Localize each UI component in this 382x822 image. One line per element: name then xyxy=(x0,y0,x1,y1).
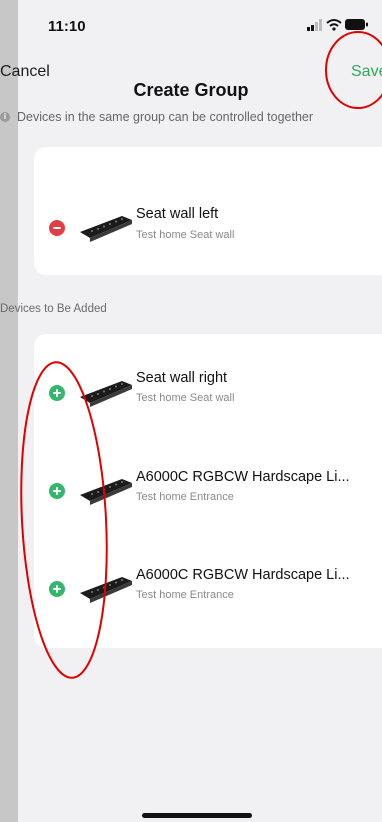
device-location: Test home Seat wall xyxy=(136,229,235,241)
add-device-button[interactable] xyxy=(49,483,65,499)
battery-icon xyxy=(345,19,368,30)
group-devices-card: Seat wall left Test home Seat wall xyxy=(34,147,382,275)
info-icon: i xyxy=(0,112,10,122)
device-row: Seat wall left Test home Seat wall xyxy=(34,199,382,259)
group-hint: i Devices in the same group can be contr… xyxy=(0,110,382,124)
device-row[interactable]: A6000C RGBCW Hardscape Li... Test home E… xyxy=(34,560,382,620)
device-row[interactable]: A6000C RGBCW Hardscape Li... Test home E… xyxy=(34,462,382,522)
device-row[interactable]: Seat wall right Test home Seat wall xyxy=(34,364,382,424)
home-indicator xyxy=(142,813,252,818)
hint-text: Devices in the same group can be control… xyxy=(17,110,314,124)
status-time: 11:10 xyxy=(48,18,86,35)
add-device-button[interactable] xyxy=(49,385,65,401)
device-thumbnail-icon xyxy=(80,381,132,407)
status-bar: 11:10 xyxy=(0,0,382,52)
save-button[interactable]: Save xyxy=(351,63,382,81)
remove-device-button[interactable] xyxy=(49,220,65,236)
page-title: Create Group xyxy=(133,80,249,100)
add-device-button[interactable] xyxy=(49,581,65,597)
device-location: Test home Seat wall xyxy=(136,392,235,404)
devices-to-add-card: Seat wall right Test home Seat wall A600… xyxy=(34,334,382,648)
device-thumbnail-icon xyxy=(80,216,132,242)
device-name: A6000C RGBCW Hardscape Li... xyxy=(136,567,350,583)
wifi-icon xyxy=(326,19,342,31)
device-location: Test home Entrance xyxy=(136,491,234,503)
cancel-button[interactable]: Cancel xyxy=(0,63,50,81)
device-thumbnail-icon xyxy=(80,479,132,505)
signal-icon xyxy=(307,19,322,31)
section-label-devices-to-add: Devices to Be Added xyxy=(0,303,107,315)
device-name: Seat wall left xyxy=(136,206,219,222)
device-thumbnail-icon xyxy=(80,577,132,603)
status-icons xyxy=(307,16,382,36)
device-name: Seat wall right xyxy=(136,370,228,386)
phone-screen: 11:10 Cancel Sav Create Group i Devices … xyxy=(0,0,382,822)
device-name: A6000C RGBCW Hardscape Li... xyxy=(136,469,350,485)
device-location: Test home Entrance xyxy=(136,589,234,601)
